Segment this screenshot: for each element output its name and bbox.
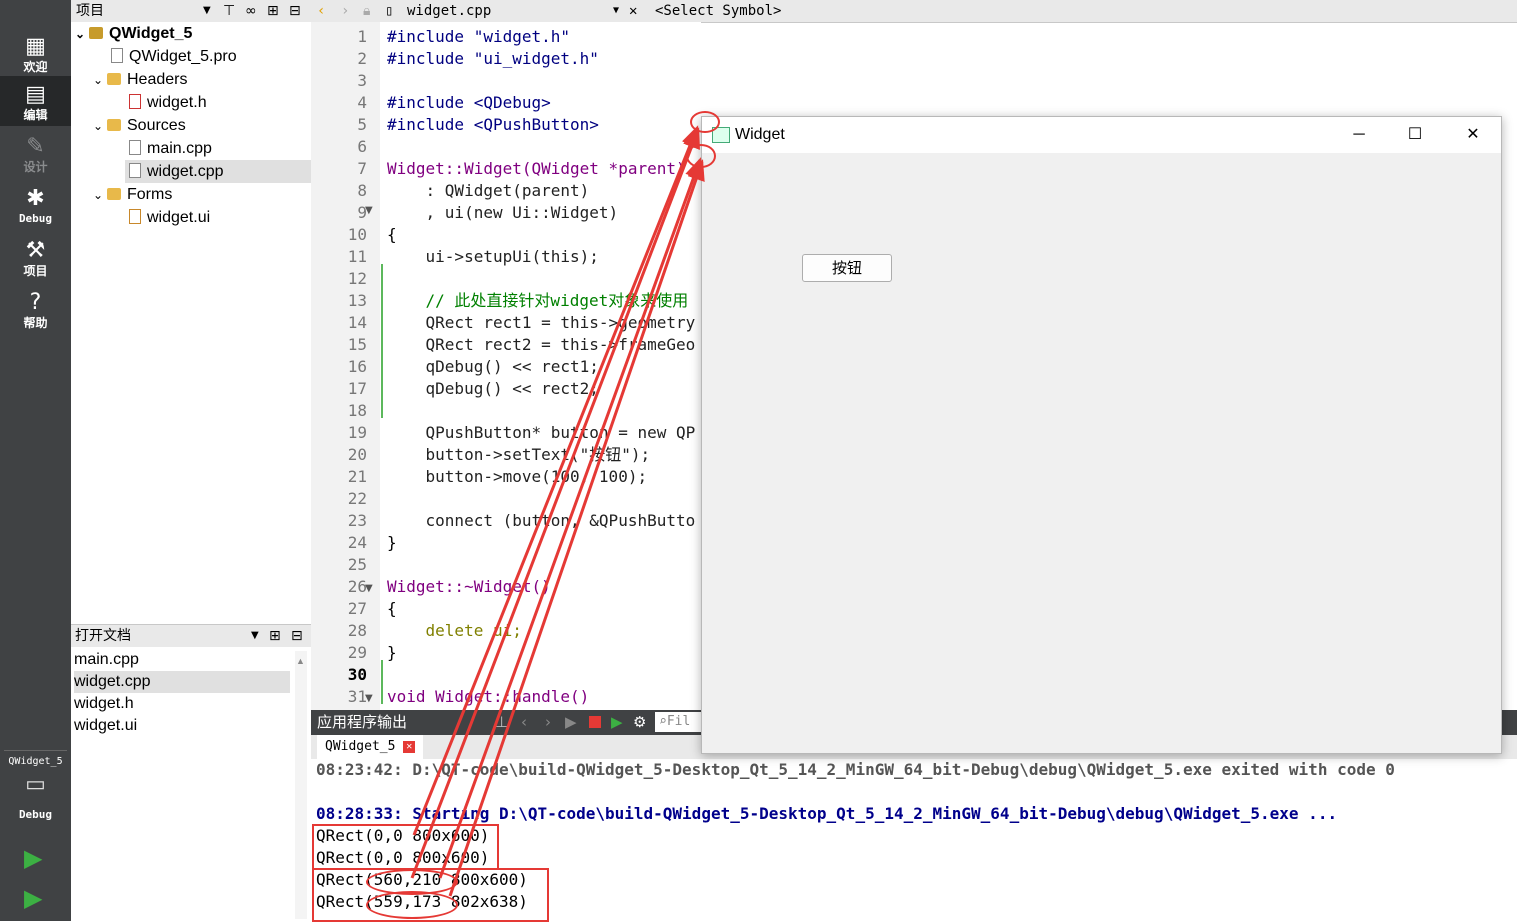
annotation-arrow — [438, 157, 703, 879]
annotation-arrow — [410, 127, 700, 879]
annotation-arrows — [410, 125, 705, 897]
annotation-arrow — [448, 159, 705, 897]
annotation-arrow — [412, 125, 699, 836]
